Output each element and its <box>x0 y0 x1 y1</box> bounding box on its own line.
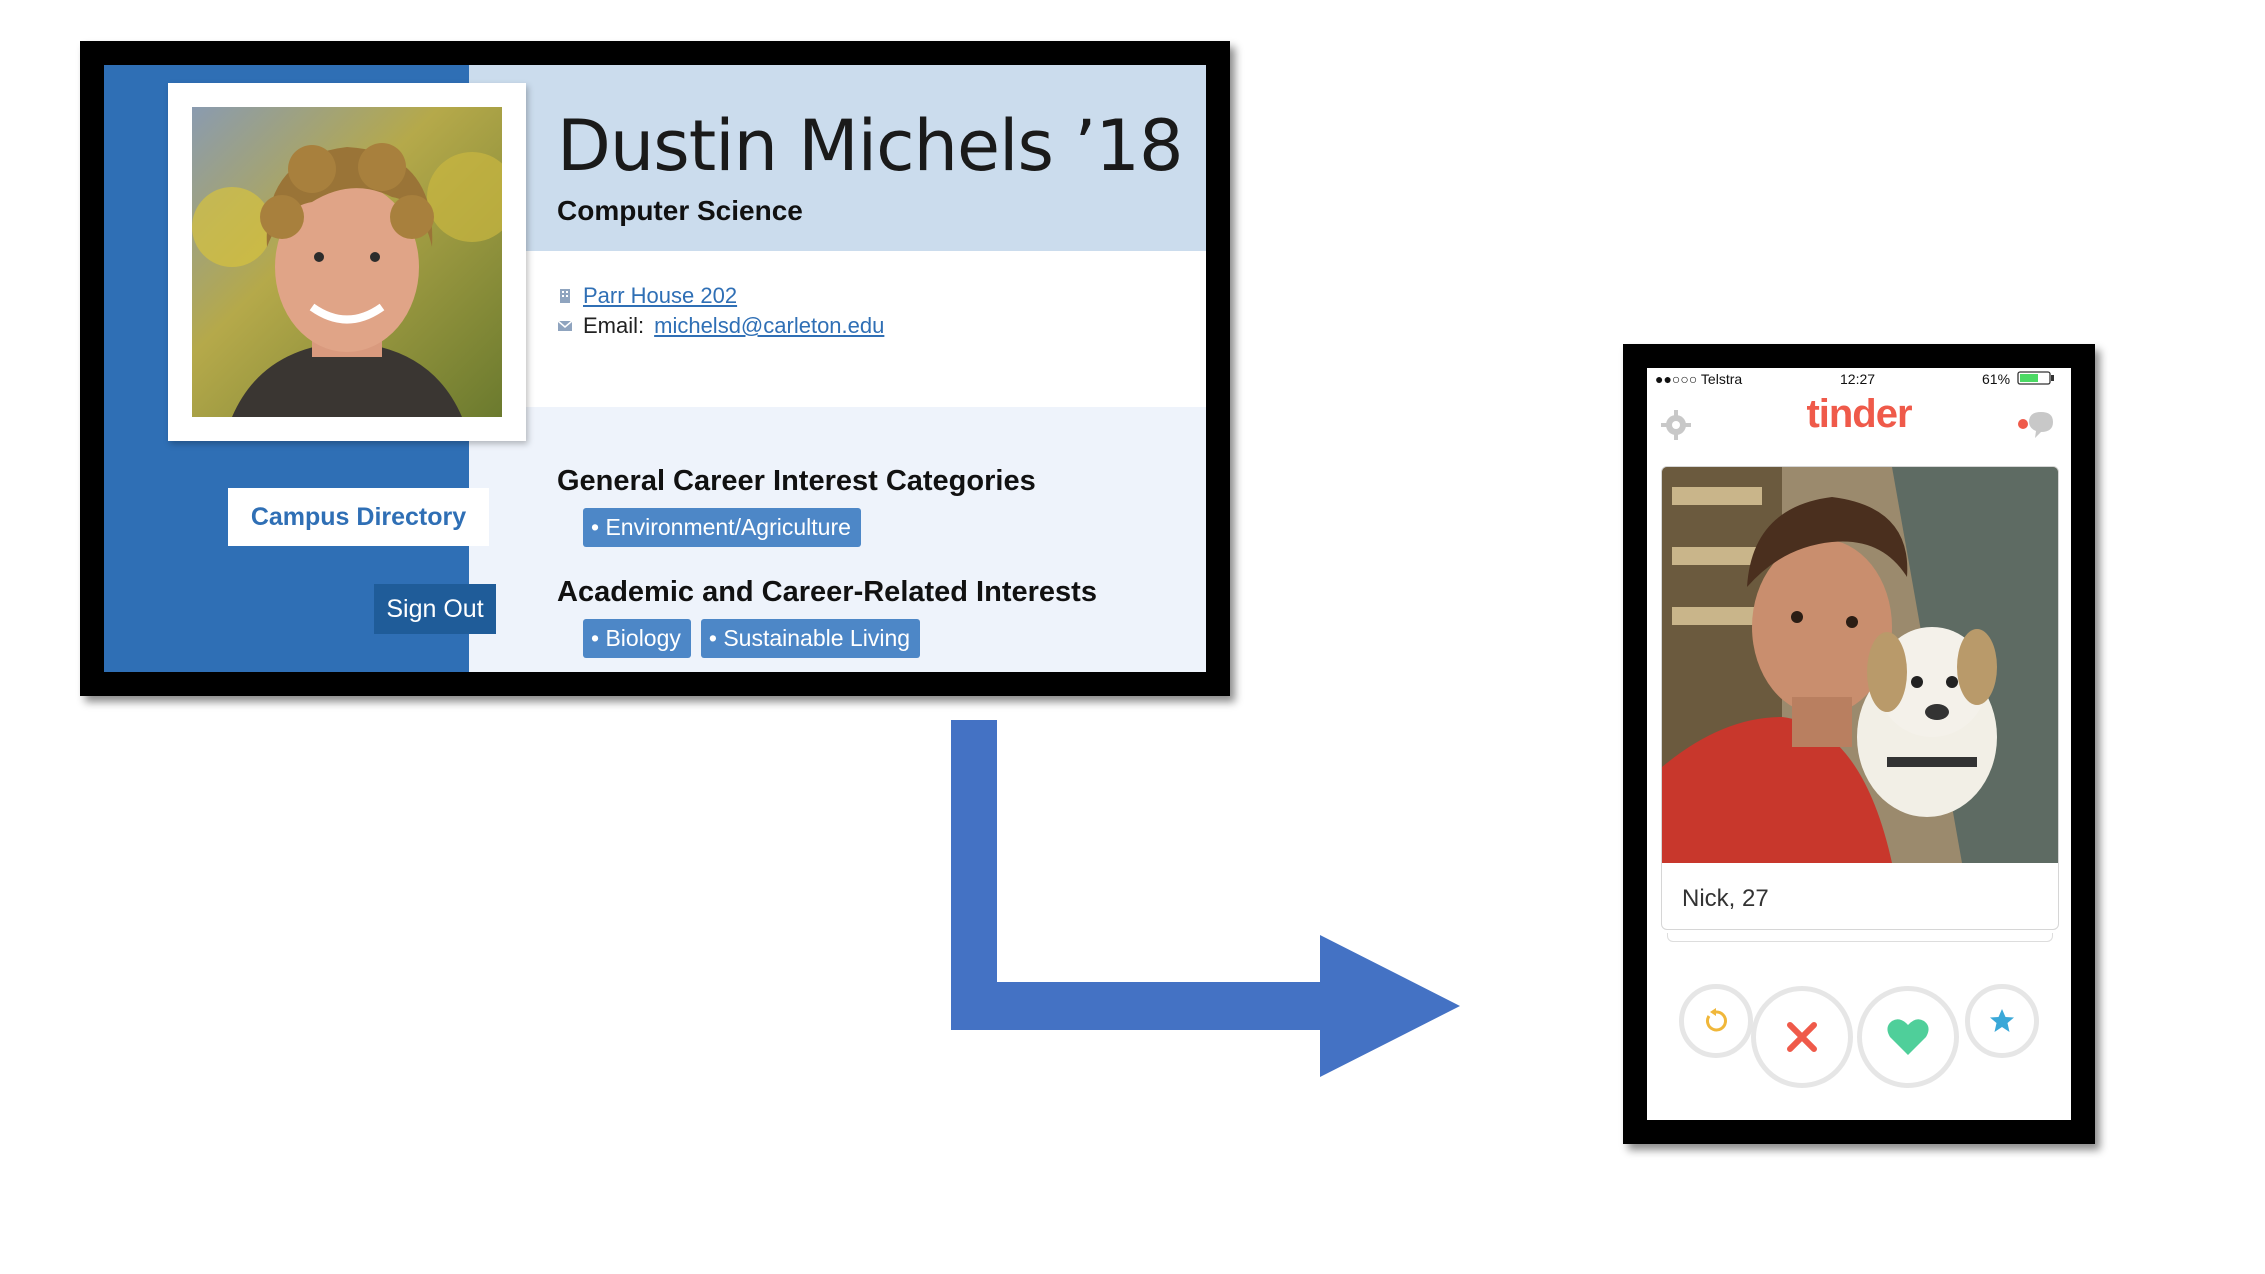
nope-x-icon <box>1787 1022 1817 1052</box>
profile-card[interactable]: Nick, 27 <box>1661 466 2059 930</box>
carrier-label: ●●○○○ Telstra <box>1655 371 1743 387</box>
card-caption: Nick, 27 <box>1682 885 1769 912</box>
tinder-logo: tinder <box>1806 392 1912 436</box>
like-heart-icon <box>1887 1019 1929 1055</box>
card-stack-edge <box>1667 933 2053 942</box>
phone-screen: ●●○○○ Telstra 12:27 61% tinder Nick, 27 <box>1647 368 2071 1120</box>
chat-icon[interactable] <box>2015 408 2059 442</box>
nope-button[interactable] <box>1751 986 1853 1088</box>
like-button[interactable] <box>1857 986 1959 1088</box>
battery-icon <box>2017 371 2054 385</box>
rewind-icon <box>1706 1008 1727 1032</box>
tinder-phone-screenshot: ●●○○○ Telstra 12:27 61% tinder Nick, 27 <box>1623 344 2095 1144</box>
status-bar: ●●○○○ Telstra 12:27 61% <box>1647 368 2071 388</box>
card-photo <box>1662 467 2058 863</box>
rewind-button[interactable] <box>1679 984 1753 1058</box>
battery-label: 61% <box>1982 371 2011 387</box>
clock-label: 12:27 <box>1840 371 1876 387</box>
super-like-button[interactable] <box>1965 984 2039 1058</box>
super-like-star-icon <box>1990 1009 2014 1032</box>
